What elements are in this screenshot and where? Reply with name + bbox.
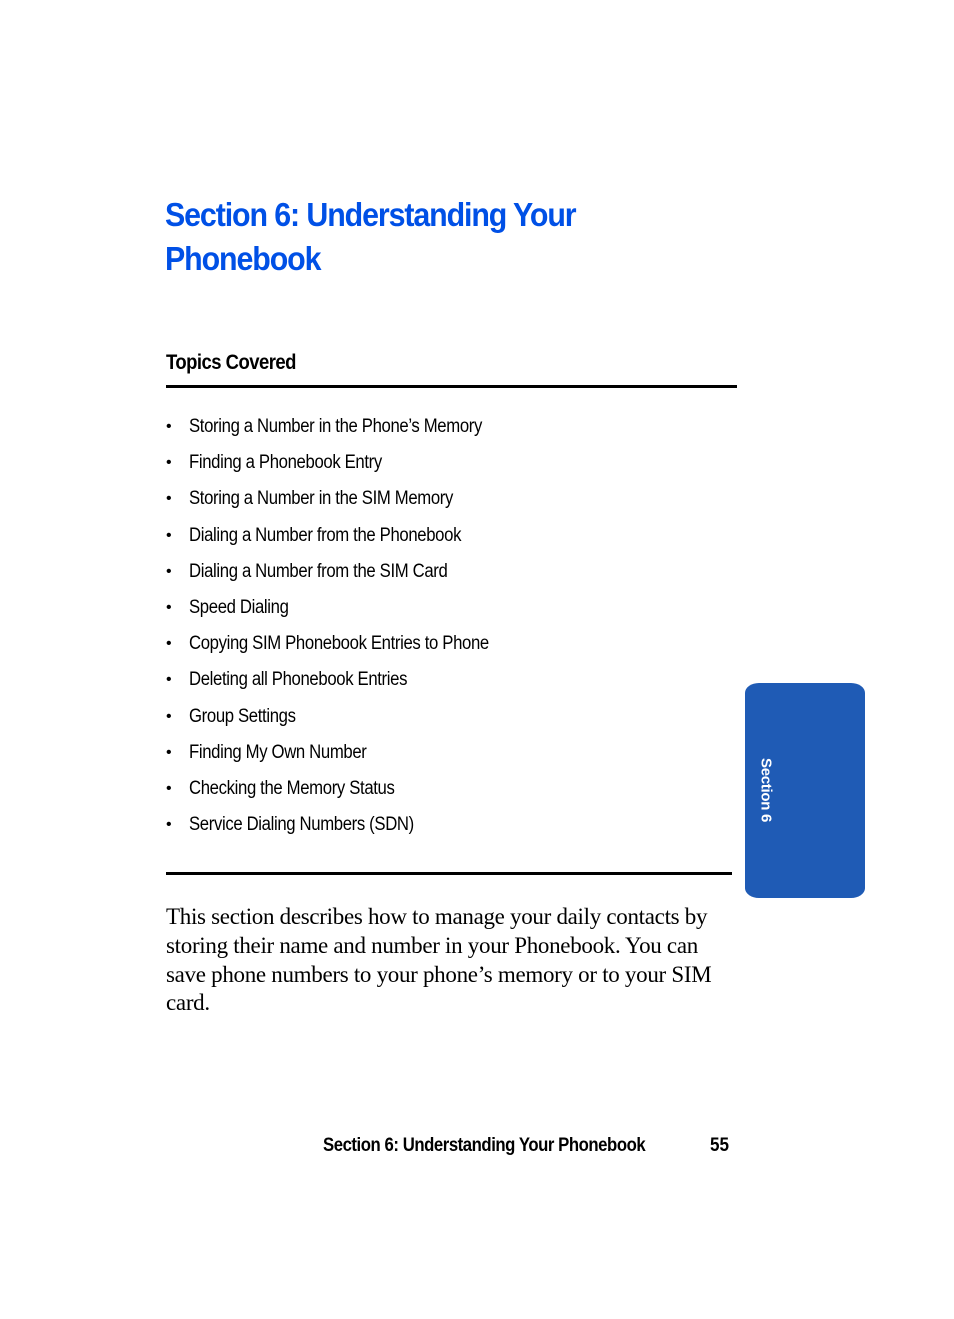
- topic-text: Deleting all Phonebook Entries: [189, 669, 408, 691]
- bullet-icon: •: [166, 598, 172, 616]
- page-number: 55: [710, 1135, 730, 1156]
- bullet-icon: •: [166, 418, 172, 435]
- list-item: • Dialing a Number from the Phonebook: [166, 522, 530, 558]
- bullet-icon: •: [166, 562, 172, 580]
- topics-heading: Topics Covered: [166, 351, 296, 374]
- divider-top: [166, 385, 737, 388]
- list-item: • Checking the Memory Status: [166, 775, 530, 811]
- topic-text: Copying SIM Phonebook Entries to Phone: [189, 633, 489, 655]
- topic-text: Dialing a Number from the SIM Card: [189, 560, 448, 582]
- list-item: • Dialing a Number from the SIM Card: [166, 558, 530, 594]
- topic-text: Storing a Number in the Phone’s Memory: [189, 416, 482, 437]
- topic-text: Speed Dialing: [189, 596, 289, 618]
- list-item: • Finding My Own Number: [166, 739, 530, 775]
- topic-text: Dialing a Number from the Phonebook: [189, 524, 462, 546]
- topic-text: Finding My Own Number: [189, 741, 367, 763]
- topics-list: • Storing a Number in the Phone’s Memory …: [166, 413, 530, 847]
- bullet-icon: •: [166, 635, 172, 653]
- bullet-icon: •: [166, 526, 172, 544]
- bullet-icon: •: [166, 779, 172, 797]
- bullet-icon: •: [166, 816, 172, 834]
- bullet-icon: •: [166, 454, 172, 472]
- bullet-icon: •: [166, 490, 172, 508]
- topic-text: Storing a Number in the SIM Memory: [189, 488, 454, 510]
- page-title: Section 6: Understanding Your Phonebook: [165, 196, 577, 277]
- bullet-icon: •: [166, 707, 172, 725]
- list-item: • Deleting all Phonebook Entries: [166, 666, 530, 702]
- footer-title: Section 6: Understanding Your Phonebook: [323, 1135, 646, 1156]
- list-item: • Speed Dialing: [166, 594, 530, 630]
- bullet-icon: •: [166, 743, 172, 761]
- list-item: • Storing a Number in the SIM Memory: [166, 485, 530, 521]
- topic-text: Finding a Phonebook Entry: [189, 452, 382, 474]
- list-item: • Storing a Number in the Phone’s Memory: [166, 413, 530, 449]
- topic-text: Checking the Memory Status: [189, 777, 395, 799]
- bullet-icon: •: [166, 671, 172, 689]
- section-tab-label: Section 6: [757, 758, 775, 822]
- intro-paragraph: This section describes how to manage you…: [166, 904, 712, 1016]
- topic-text: Group Settings: [189, 705, 296, 727]
- list-item: • Group Settings: [166, 703, 530, 739]
- divider-bottom: [166, 872, 732, 875]
- list-item: • Service Dialing Numbers (SDN): [166, 811, 530, 847]
- list-item: • Copying SIM Phonebook Entries to Phone: [166, 630, 530, 666]
- topic-text: Service Dialing Numbers (SDN): [189, 814, 414, 836]
- list-item: • Finding a Phonebook Entry: [166, 449, 530, 485]
